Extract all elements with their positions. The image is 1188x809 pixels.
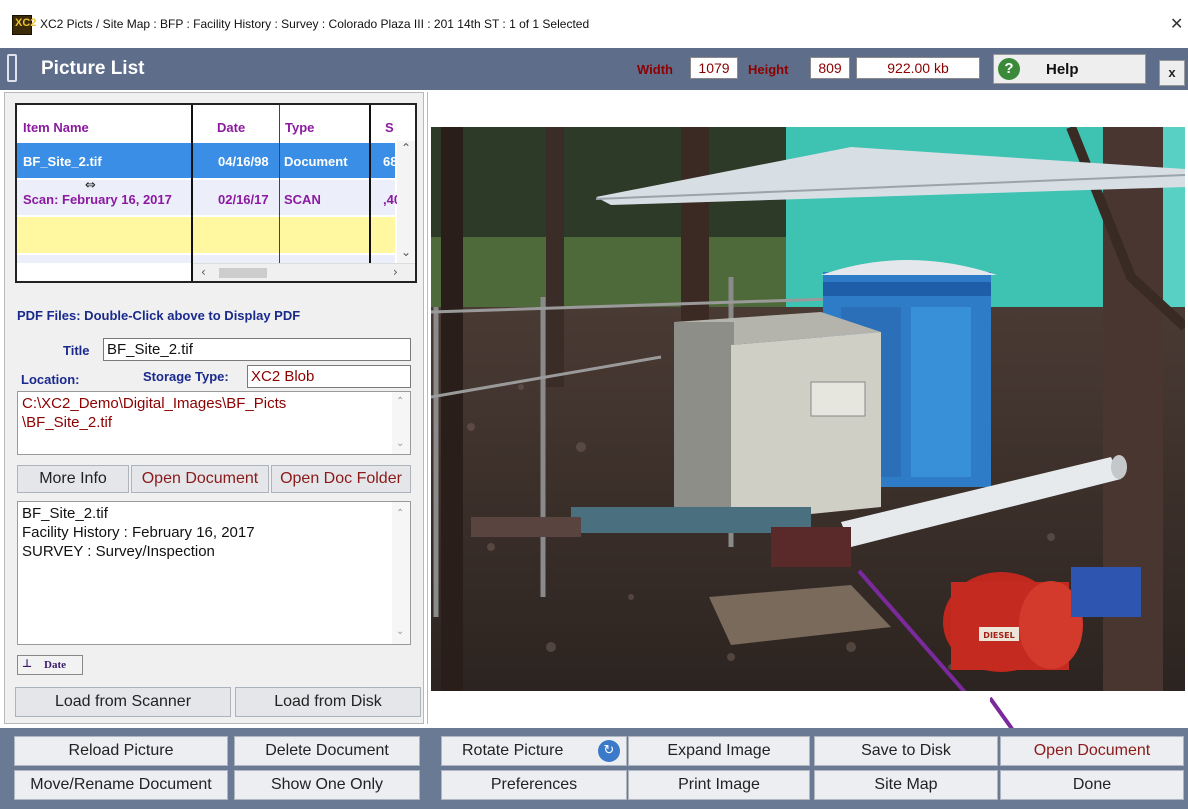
save-to-disk-button[interactable]: Save to Disk (814, 736, 998, 766)
scroll-left-icon[interactable]: ‹ (201, 265, 206, 279)
page-title: Picture List (41, 58, 145, 79)
sort-icon: ⊥ (22, 657, 33, 670)
rotate-picture-label: Rotate Picture (462, 742, 564, 759)
row-size: 68 (383, 154, 395, 169)
column-separator (191, 105, 193, 281)
path-scrollbar[interactable]: ⌃ ⌄ (392, 392, 410, 454)
column-separator (279, 105, 280, 281)
window-title: XC2 Picts / Site Map : BFP : Facility Hi… (40, 17, 590, 31)
row-date: 02/16/17 (218, 192, 269, 207)
pdf-files-note: PDF Files: Double-Click above to Display… (17, 308, 301, 323)
info-text-field[interactable]: BF_Site_2.tif Facility History : Februar… (17, 501, 411, 645)
rotate-picture-button[interactable]: Rotate Picture ↻ (441, 736, 627, 766)
date-button-label: Date (44, 659, 66, 671)
help-question-icon: ? (998, 58, 1020, 80)
scroll-right-icon[interactable]: › (393, 265, 398, 279)
site-photo-image: DIESEL (431, 127, 1185, 691)
grid-horizontal-scrollbar[interactable]: ‹ › (193, 263, 415, 281)
close-panel-button[interactable]: x (1159, 60, 1185, 86)
row-type: Document (284, 154, 348, 169)
open-doc-folder-button[interactable]: Open Doc Folder (271, 465, 411, 493)
location-label: Location: (21, 372, 80, 387)
site-photo[interactable]: DIESEL (431, 127, 1185, 691)
info-scrollbar[interactable]: ⌃ ⌄ (392, 502, 410, 644)
row-size: ,40 (383, 192, 397, 207)
left-panel: Item Name Date Type S BF_Site_2.tif 04/1… (4, 92, 424, 724)
row-item-name: Scan: February 16, 2017 (23, 192, 172, 207)
window-close-icon[interactable]: ✕ (1170, 14, 1183, 33)
expand-image-button[interactable]: Expand Image (628, 736, 810, 766)
window-title-bar: XC2 XC2 Picts / Site Map : BFP : Facilit… (0, 0, 1188, 48)
table-row[interactable]: Scan: February 16, 2017 02/16/17 SCAN ,4… (17, 180, 397, 215)
load-from-scanner-button[interactable]: Load from Scanner (15, 687, 231, 717)
col-header-size[interactable]: S (385, 120, 394, 135)
reload-picture-button[interactable]: Reload Picture (14, 736, 228, 766)
location-path-line: \BF_Site_2.tif (22, 414, 113, 431)
done-button[interactable]: Done (1000, 770, 1184, 800)
col-header-type[interactable]: Type (285, 120, 314, 135)
scroll-up-icon[interactable]: ⌃ (396, 508, 404, 519)
open-document-bottom-button[interactable]: Open Document (1000, 736, 1184, 766)
header-accent-bar (7, 54, 17, 82)
header-bar: Picture List Width 1079 Height 809 922.0… (0, 48, 1188, 90)
load-from-disk-button[interactable]: Load from Disk (235, 687, 421, 717)
more-info-button[interactable]: More Info (17, 465, 129, 493)
info-line: BF_Site_2.tif (22, 505, 108, 522)
scroll-up-icon[interactable]: ⌃ (401, 141, 411, 155)
grid-vertical-scrollbar[interactable]: ⌃ ⌄ (397, 141, 415, 271)
bottom-toolbar: Reload Picture Delete Document Rotate Pi… (0, 728, 1188, 809)
scroll-down-icon[interactable]: ⌄ (401, 245, 411, 259)
diesel-sign-text: DIESEL (983, 631, 1014, 640)
info-line: SURVEY : Survey/Inspection (22, 543, 215, 560)
row-type: SCAN (284, 192, 321, 207)
height-field[interactable]: 809 (810, 57, 850, 79)
app-logo-icon: XC2 (12, 15, 36, 35)
column-separator (369, 105, 371, 281)
table-row-empty[interactable] (17, 217, 395, 253)
height-label: Height (748, 62, 789, 77)
table-row[interactable]: BF_Site_2.tif 04/16/98 Document 68 (17, 143, 395, 178)
scroll-up-icon[interactable]: ⌃ (396, 396, 404, 407)
help-button[interactable]: ? Help (993, 54, 1146, 84)
storage-type-field[interactable]: XC2 Blob (247, 365, 411, 388)
location-path-field[interactable]: C:\XC2_Demo\Digital_Images\BF_Picts \BF_… (17, 391, 411, 455)
preferences-button[interactable]: Preferences (441, 770, 627, 800)
sort-by-date-button[interactable]: ⊥ Date (17, 655, 83, 675)
scroll-thumb[interactable] (219, 268, 267, 278)
row-date: 04/16/98 (218, 154, 269, 169)
info-line: Facility History : February 16, 2017 (22, 524, 255, 541)
delete-document-button[interactable]: Delete Document (234, 736, 420, 766)
title-label: Title (63, 343, 90, 358)
resize-cursor-icon: ⇔ (85, 178, 96, 193)
move-rename-document-button[interactable]: Move/Rename Document (14, 770, 228, 800)
site-map-button[interactable]: Site Map (814, 770, 998, 800)
scroll-down-icon[interactable]: ⌄ (396, 626, 404, 637)
show-one-only-button[interactable]: Show One Only (234, 770, 420, 800)
open-document-button[interactable]: Open Document (131, 465, 269, 493)
file-size-field[interactable]: 922.00 kb (856, 57, 980, 79)
location-path-line: C:\XC2_Demo\Digital_Images\BF_Picts (22, 395, 287, 412)
width-label: Width (637, 62, 673, 77)
col-header-item-name[interactable]: Item Name (23, 120, 89, 135)
table-row-empty (17, 255, 395, 263)
width-field[interactable]: 1079 (690, 57, 738, 79)
row-item-name: BF_Site_2.tif (23, 154, 102, 169)
print-image-button[interactable]: Print Image (628, 770, 810, 800)
rotate-icon: ↻ (598, 740, 620, 762)
scroll-down-icon[interactable]: ⌄ (396, 438, 404, 449)
help-label: Help (1046, 61, 1079, 78)
picture-list-grid[interactable]: Item Name Date Type S BF_Site_2.tif 04/1… (15, 103, 417, 283)
col-header-date[interactable]: Date (217, 120, 245, 135)
title-field[interactable]: BF_Site_2.tif (103, 338, 411, 361)
storage-type-label: Storage Type: (143, 369, 229, 384)
